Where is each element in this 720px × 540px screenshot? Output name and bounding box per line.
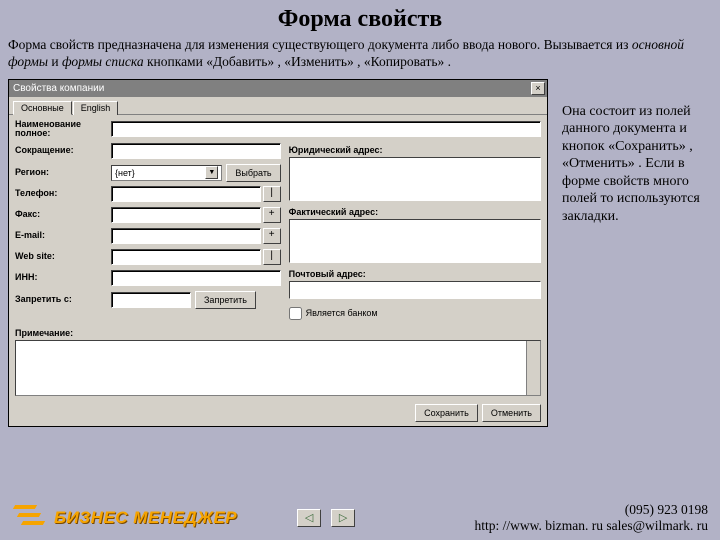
input-addr-legal[interactable] bbox=[289, 157, 541, 201]
dialog-button-bar: Сохранить Отменить bbox=[9, 400, 547, 426]
tab-strip: Основные English bbox=[9, 97, 547, 115]
label-deny: Запретить с: bbox=[15, 295, 111, 304]
select-region-value: {нет} bbox=[115, 168, 135, 178]
close-button[interactable]: × bbox=[531, 82, 545, 95]
input-inn[interactable] bbox=[111, 270, 281, 286]
select-region[interactable]: {нет} ▼ bbox=[111, 165, 222, 181]
intro-part: кнопками «Добавить» , «Изменить» , «Копи… bbox=[144, 54, 451, 69]
contact-phone: (095) 923 0198 bbox=[474, 502, 708, 518]
dialog-titlebar[interactable]: Свойства компании × bbox=[9, 80, 547, 97]
contact-links: http: //www. bizman. ru sales@wilmark. r… bbox=[474, 518, 708, 534]
brand-name: БИЗНЕС МЕНЕДЖЕР bbox=[54, 508, 237, 528]
cancel-button[interactable]: Отменить bbox=[482, 404, 541, 422]
fax-add-button[interactable]: + bbox=[263, 207, 281, 223]
properties-dialog: Свойства компании × Основные English Наи… bbox=[8, 79, 548, 427]
intro-em: формы списка bbox=[62, 54, 144, 69]
right-column: Юридический адрес: Фактический адрес: По… bbox=[289, 143, 541, 326]
label-inn: ИНН: bbox=[15, 273, 111, 282]
label-email: E-mail: bbox=[15, 231, 111, 240]
tab-english[interactable]: English bbox=[73, 101, 119, 115]
label-phone: Телефон: bbox=[15, 189, 111, 198]
footer: БИЗНЕС МЕНЕДЖЕР ◁ ▷ (095) 923 0198 http:… bbox=[0, 502, 720, 534]
deny-button[interactable]: Запретить bbox=[195, 291, 256, 309]
intro-part: и bbox=[48, 54, 62, 69]
dialog-title: Свойства компании bbox=[13, 83, 531, 94]
prev-slide-button[interactable]: ◁ bbox=[297, 509, 321, 527]
input-web[interactable] bbox=[111, 249, 261, 265]
phone-detail-button[interactable]: | bbox=[263, 186, 281, 202]
label-note: Примечание: bbox=[15, 328, 541, 338]
logo-icon bbox=[12, 503, 48, 533]
next-slide-button[interactable]: ▷ bbox=[331, 509, 355, 527]
label-name-short: Сокращение: bbox=[15, 146, 111, 155]
label-region: Регион: bbox=[15, 168, 111, 177]
input-name-full[interactable] bbox=[111, 121, 541, 137]
checkbox-is-bank[interactable] bbox=[289, 307, 302, 320]
email-add-button[interactable]: + bbox=[263, 228, 281, 244]
save-button[interactable]: Сохранить bbox=[415, 404, 478, 422]
input-addr-fact[interactable] bbox=[289, 219, 541, 263]
input-addr-post[interactable] bbox=[289, 281, 541, 299]
select-button[interactable]: Выбрать bbox=[226, 164, 280, 182]
tab-main[interactable]: Основные bbox=[13, 101, 72, 115]
web-open-button[interactable]: | bbox=[263, 249, 281, 265]
input-fax[interactable] bbox=[111, 207, 261, 223]
input-deny-date[interactable] bbox=[111, 292, 191, 308]
input-name-short[interactable] bbox=[111, 143, 281, 159]
page-title: Форма свойств bbox=[0, 0, 720, 37]
label-name-full: Наименование полное: bbox=[15, 120, 111, 139]
left-column: Сокращение: Регион: {нет} ▼ Выбрать Теле… bbox=[15, 143, 281, 326]
label-is-bank: Является банком bbox=[306, 308, 378, 318]
form-body: Наименование полное: Сокращение: Регион:… bbox=[9, 115, 547, 400]
intro-part: Форма свойств предназначена для изменени… bbox=[8, 37, 632, 52]
chevron-down-icon: ▼ bbox=[205, 166, 218, 179]
label-web: Web site: bbox=[15, 252, 111, 261]
label-addr-legal: Юридический адрес: bbox=[289, 145, 541, 155]
input-phone[interactable] bbox=[111, 186, 261, 202]
side-description: Она состоит из полей данного документа и… bbox=[562, 79, 712, 427]
contact-info: (095) 923 0198 http: //www. bizman. ru s… bbox=[474, 502, 708, 534]
label-fax: Факс: bbox=[15, 210, 111, 219]
intro-text: Форма свойств предназначена для изменени… bbox=[0, 37, 720, 79]
scrollbar[interactable] bbox=[526, 341, 540, 395]
input-email[interactable] bbox=[111, 228, 261, 244]
input-note[interactable] bbox=[15, 340, 541, 396]
brand-logo: БИЗНЕС МЕНЕДЖЕР bbox=[12, 503, 237, 533]
label-addr-fact: Фактический адрес: bbox=[289, 207, 541, 217]
slide-nav: ◁ ▷ bbox=[297, 509, 355, 527]
label-addr-post: Почтовый адрес: bbox=[289, 269, 541, 279]
